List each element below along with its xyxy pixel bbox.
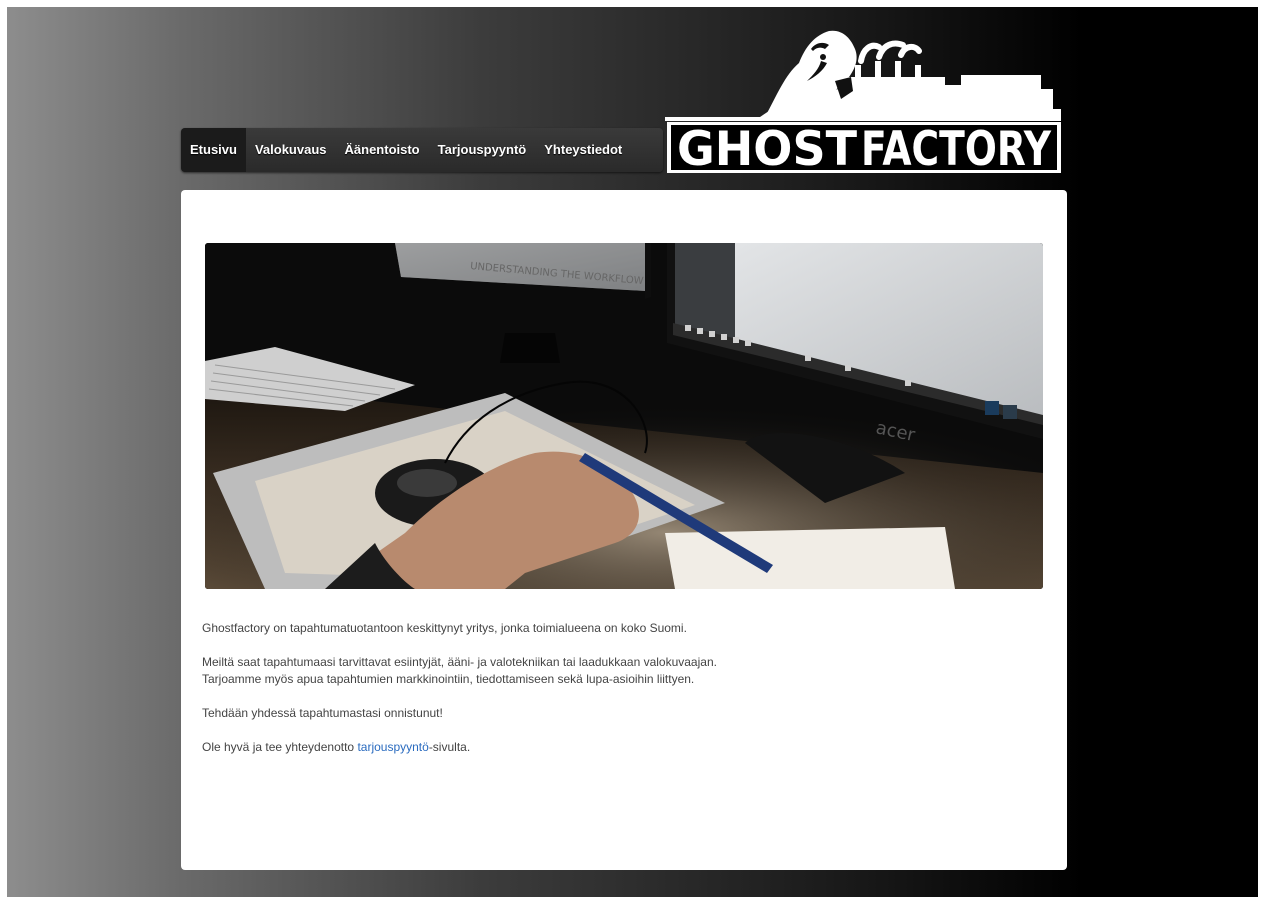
nav-item-yhteystiedot[interactable]: Yhteystiedot bbox=[535, 128, 631, 172]
content-panel: UNDERSTANDING THE WORKFLOW acer Ghostfac… bbox=[181, 190, 1067, 870]
intro-paragraph-2: Meiltä saat tapahtumaasi tarvittavat esi… bbox=[202, 654, 1042, 688]
nav-item-tarjouspyynto[interactable]: Tarjouspyyntö bbox=[429, 128, 536, 172]
nav-item-etusivu[interactable]: Etusivu bbox=[181, 128, 246, 172]
tarjouspyynto-link[interactable]: tarjouspyyntö bbox=[357, 740, 428, 754]
intro-paragraph-4: Ole hyvä ja tee yhteydenotto tarjouspyyn… bbox=[202, 739, 1042, 756]
factory-skyline-graphic bbox=[665, 61, 1061, 121]
nav-item-aanentoisto[interactable]: Äänentoisto bbox=[336, 128, 429, 172]
ghostfactory-logo[interactable]: GHOST FACTORY bbox=[665, 19, 1065, 175]
logo-text-factory: FACTORY bbox=[861, 122, 1052, 175]
chimney-smoke-graphic bbox=[858, 40, 922, 64]
page-background: Etusivu Valokuvaus Äänentoisto Tarjouspy… bbox=[7, 7, 1258, 897]
intro-paragraph-4-suffix: -sivulta. bbox=[428, 740, 471, 754]
ghost-mascot-eye bbox=[820, 54, 826, 60]
intro-text: Ghostfactory on tapahtumatuotantoon kesk… bbox=[202, 620, 1042, 773]
intro-paragraph-3: Tehdään yhdessä tapahtumastasi onnistunu… bbox=[202, 706, 443, 720]
intro-paragraph-1: Ghostfactory on tapahtumatuotantoon kesk… bbox=[202, 621, 687, 635]
intro-paragraph-2-line-2: Tarjoamme myös apua tapahtumien markkino… bbox=[202, 672, 695, 686]
intro-paragraph-4-text: Ole hyvä ja tee yhteydenotto bbox=[202, 740, 358, 754]
main-nav: Etusivu Valokuvaus Äänentoisto Tarjouspy… bbox=[181, 128, 663, 172]
nav-item-valokuvaus[interactable]: Valokuvaus bbox=[246, 128, 336, 172]
logo-text-ghost: GHOST bbox=[677, 122, 857, 175]
hero-photo-illustration: UNDERSTANDING THE WORKFLOW acer bbox=[205, 243, 1043, 589]
intro-paragraph-2-line-1: Meiltä saat tapahtumaasi tarvittavat esi… bbox=[202, 655, 717, 669]
hero-image: UNDERSTANDING THE WORKFLOW acer bbox=[205, 243, 1043, 589]
